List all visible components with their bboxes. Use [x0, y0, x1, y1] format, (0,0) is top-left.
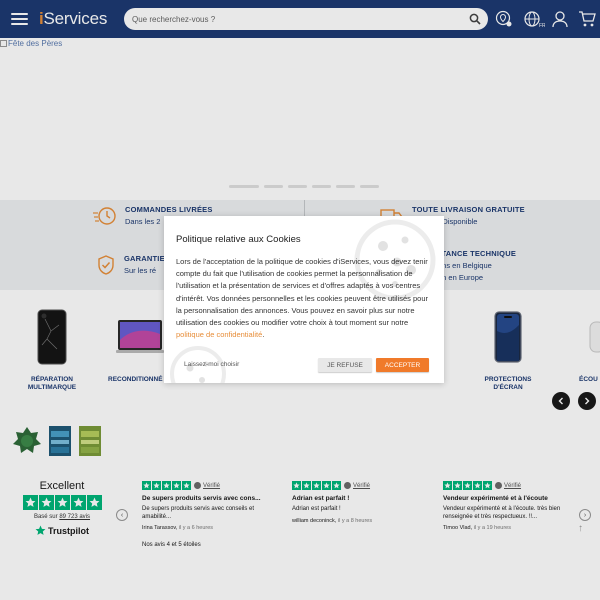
- refuse-cookies-button[interactable]: JE REFUSE: [318, 358, 372, 372]
- privacy-policy-link[interactable]: politique de confidentialité: [176, 330, 262, 339]
- let-me-choose-link[interactable]: Laissez-moi choisir: [184, 361, 239, 368]
- cookie-modal-text: Lors de l'acceptation de la politique de…: [176, 257, 429, 340]
- cookie-consent-modal: Politique relative aux Cookies Lors de l…: [164, 216, 444, 383]
- accept-cookies-button[interactable]: ACCEPTER: [376, 358, 429, 372]
- cookie-modal-title: Politique relative aux Cookies: [176, 234, 301, 245]
